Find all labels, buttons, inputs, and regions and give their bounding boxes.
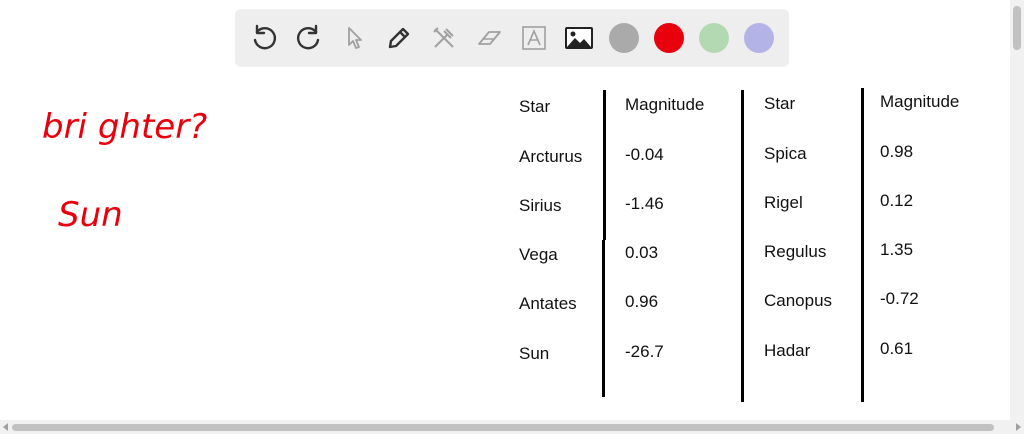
table-cell-star: Rigel <box>764 193 803 212</box>
scroll-left-arrow-icon[interactable] <box>3 423 8 431</box>
handwritten-sun: Sun <box>58 195 123 235</box>
table-cell-magnitude: 1.35 <box>880 240 914 259</box>
whiteboard-canvas[interactable]: bri ghter? Sun Star Magnitude Arcturus -… <box>0 0 1010 420</box>
table-cell-magnitude: 0.98 <box>880 142 914 161</box>
table-cell-magnitude: -0.04 <box>625 145 664 164</box>
table-header-magnitude-left: Magnitude <box>625 95 705 114</box>
table-divider <box>861 88 864 402</box>
table-cell-magnitude: 0.61 <box>880 339 914 358</box>
table-cell-magnitude: 0.96 <box>625 292 659 311</box>
table-cell-magnitude: 0.03 <box>625 243 659 262</box>
table-cell-star: Sirius <box>519 196 562 215</box>
table-cell-star: Antates <box>519 294 577 313</box>
table-cell-star: Arcturus <box>519 147 583 166</box>
handwritten-brighter: bri ghter? <box>42 107 207 147</box>
table-cell-magnitude: 0.12 <box>880 191 914 210</box>
handwriting-layer: bri ghter? Sun <box>42 107 207 235</box>
horizontal-scrollbar[interactable] <box>0 420 1024 434</box>
scroll-right-arrow-icon[interactable] <box>1016 423 1021 431</box>
table-header-star-right: Star <box>764 94 796 113</box>
table-cell-magnitude: -1.46 <box>625 194 664 213</box>
table-cell-magnitude: -26.7 <box>625 342 664 361</box>
table-cell-magnitude: -0.72 <box>880 289 919 308</box>
table-cell-star: Regulus <box>764 242 827 261</box>
vertical-scroll-thumb[interactable] <box>1013 6 1021 50</box>
table-divider <box>603 90 606 240</box>
table-cell-star: Canopus <box>764 291 833 310</box>
vertical-scrollbar[interactable] <box>1010 0 1024 420</box>
table-divider <box>741 90 744 402</box>
table-cell-star: Vega <box>519 245 558 264</box>
table-cell-star: Hadar <box>764 341 811 360</box>
table-cell-star: Spica <box>764 144 807 163</box>
horizontal-scroll-thumb[interactable] <box>12 424 994 431</box>
table-header-star-left: Star <box>519 97 551 116</box>
table-header-magnitude-right: Magnitude <box>880 92 960 111</box>
table-cell-star: Sun <box>519 344 550 363</box>
table-divider <box>602 240 605 397</box>
